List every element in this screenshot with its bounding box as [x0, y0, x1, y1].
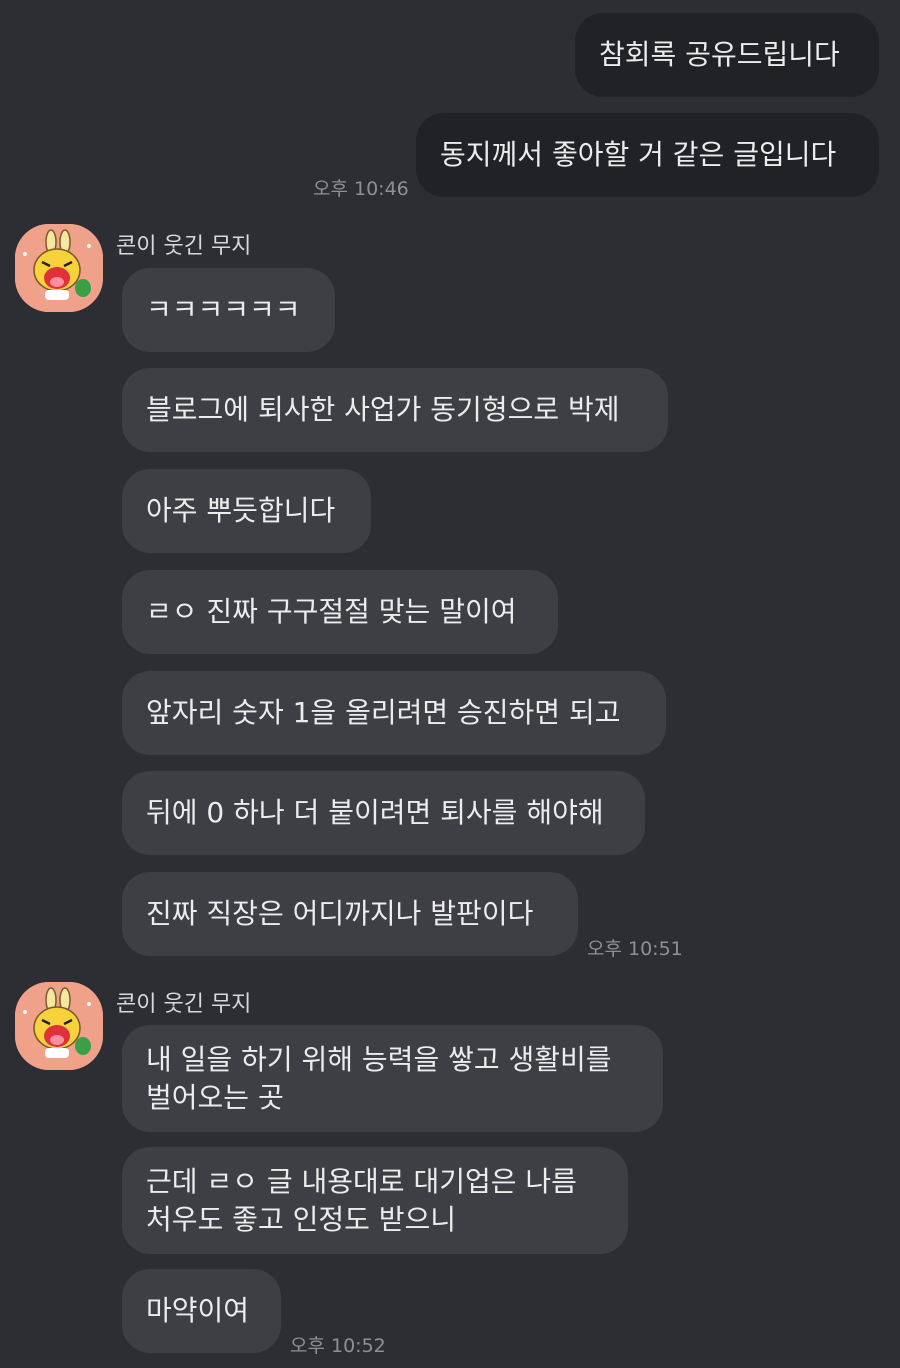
message-text: 마약이여	[146, 1294, 250, 1327]
message-text: 진짜 직장은 어디까지나 발판이다	[146, 897, 534, 930]
message-timestamp: 오후 10:52	[290, 1335, 386, 1357]
message-text-line: 처우도 좋고 인정도 받으니	[146, 1202, 457, 1236]
message-text-line: 내 일을 하기 위해 능력을 쌓고 생활비를	[146, 1042, 612, 1076]
incoming-message-bubble[interactable]: ㄹㅇ 진짜 구구절절 맞는 말이여	[122, 570, 558, 654]
message-text: 동지께서 좋아할 거 같은 글입니다	[440, 138, 837, 171]
message-text: 블로그에 퇴사한 사업가 동기형으로 박제	[146, 393, 620, 426]
message-text: 아주 뿌듯합니다	[146, 494, 336, 527]
incoming-message-bubble[interactable]: 아주 뿌듯합니다	[122, 469, 371, 553]
incoming-message-bubble[interactable]: 뒤에 0 하나 더 붙이려면 퇴사를 해야해	[122, 771, 645, 855]
message-text: 참회록 공유드립니다	[599, 38, 840, 71]
message-text: ㅋㅋㅋㅋㅋㅋ	[146, 293, 301, 326]
outgoing-message-bubble[interactable]: 참회록 공유드립니다	[575, 13, 879, 97]
muzi-character-icon	[15, 982, 103, 1070]
message-text: ㄹㅇ 진짜 구구절절 맞는 말이여	[146, 595, 517, 628]
message-text-line: 근데 ㄹㅇ 글 내용대로 대기업은 나름	[146, 1164, 577, 1198]
message-timestamp: 오후 10:46	[313, 178, 409, 200]
sender-name: 콘이 웃긴 무지	[116, 234, 252, 259]
incoming-message-bubble[interactable]: 블로그에 퇴사한 사업가 동기형으로 박제	[122, 368, 668, 452]
incoming-message-bubble[interactable]: 내 일을 하기 위해 능력을 쌓고 생활비를 벌어오는 곳	[122, 1025, 663, 1132]
message-text: 앞자리 숫자 1을 올리려면 승진하면 되고	[146, 696, 621, 729]
incoming-message-bubble[interactable]: ㅋㅋㅋㅋㅋㅋ	[122, 268, 335, 352]
sender-avatar[interactable]	[15, 982, 103, 1070]
muzi-character-icon	[15, 224, 103, 312]
incoming-message-bubble[interactable]: 마약이여	[122, 1269, 281, 1353]
outgoing-message-bubble[interactable]: 동지께서 좋아할 거 같은 글입니다	[416, 113, 879, 197]
message-text: 뒤에 0 하나 더 붙이려면 퇴사를 해야해	[146, 796, 604, 829]
message-timestamp: 오후 10:51	[587, 938, 683, 960]
incoming-message-bubble[interactable]: 앞자리 숫자 1을 올리려면 승진하면 되고	[122, 671, 666, 755]
sender-avatar[interactable]	[15, 224, 103, 312]
message-text-line: 벌어오는 곳	[146, 1080, 284, 1114]
incoming-message-bubble[interactable]: 진짜 직장은 어디까지나 발판이다	[122, 872, 578, 956]
incoming-message-bubble[interactable]: 근데 ㄹㅇ 글 내용대로 대기업은 나름 처우도 좋고 인정도 받으니	[122, 1147, 628, 1254]
sender-name: 콘이 웃긴 무지	[116, 992, 252, 1017]
